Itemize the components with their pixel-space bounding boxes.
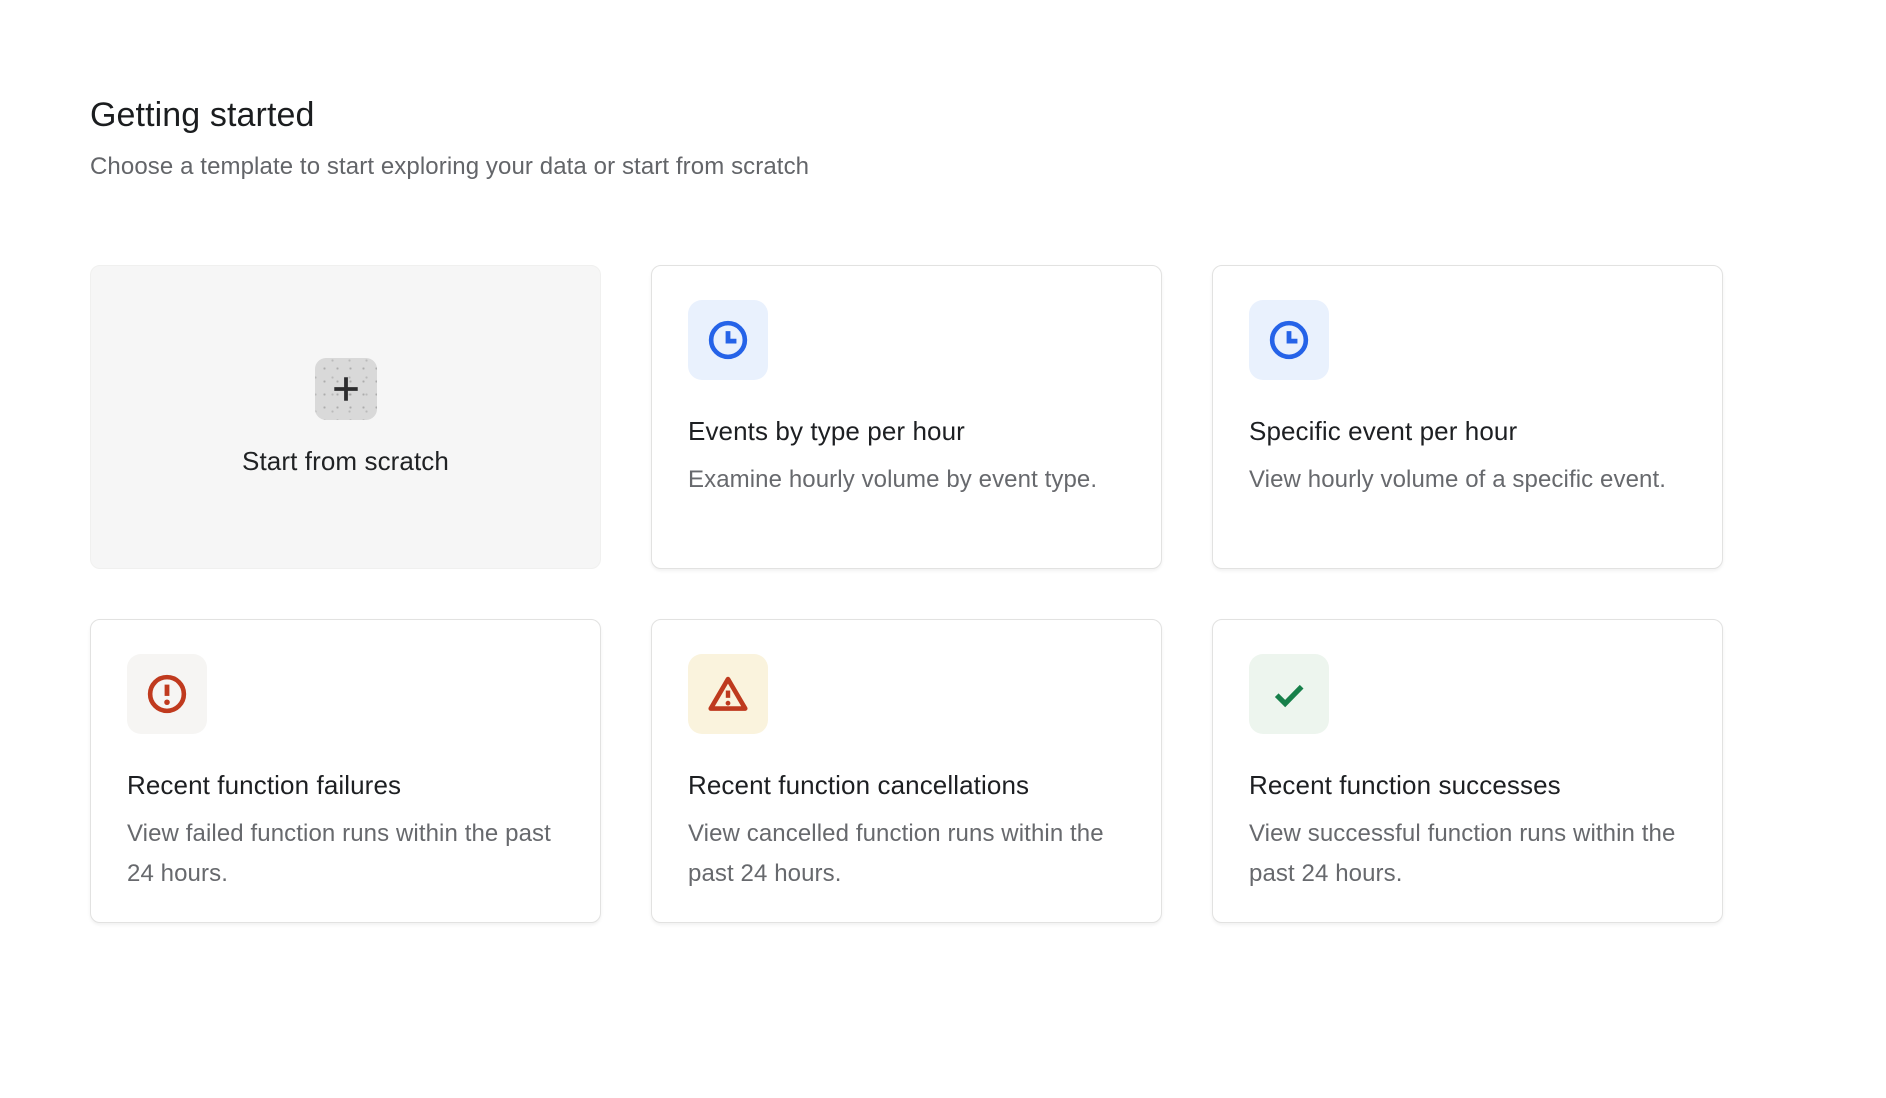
plus-icon (327, 370, 365, 408)
alert-circle-icon (144, 671, 190, 717)
clock-icon (1266, 317, 1312, 363)
template-card-recent-function-cancellations[interactable]: Recent function cancellations View cance… (651, 619, 1162, 923)
icon-tile (688, 300, 768, 380)
warning-triangle-icon (705, 671, 751, 717)
card-title: Recent function cancellations (688, 770, 1125, 801)
page-title: Getting started (90, 96, 1886, 135)
card-title: Recent function successes (1249, 770, 1686, 801)
template-card-start-from-scratch[interactable]: Start from scratch (90, 265, 601, 569)
template-card-specific-event-per-hour[interactable]: Specific event per hour View hourly volu… (1212, 265, 1723, 569)
card-title: Specific event per hour (1249, 416, 1686, 447)
card-description: View hourly volume of a specific event. (1249, 460, 1686, 500)
plus-tile (315, 358, 377, 420)
template-card-recent-function-successes[interactable]: Recent function successes View successfu… (1212, 619, 1723, 923)
card-title: Events by type per hour (688, 416, 1125, 447)
icon-tile (127, 654, 207, 734)
icon-tile (1249, 654, 1329, 734)
card-description: View failed function runs within the pas… (127, 814, 564, 894)
icon-tile (1249, 300, 1329, 380)
card-title: Recent function failures (127, 770, 564, 801)
clock-icon (705, 317, 751, 363)
start-from-scratch-label: Start from scratch (242, 446, 449, 477)
template-card-recent-function-failures[interactable]: Recent function failures View failed fun… (90, 619, 601, 923)
icon-tile (688, 654, 768, 734)
getting-started-page: Getting started Choose a template to sta… (0, 0, 1886, 923)
check-icon (1266, 671, 1312, 717)
card-description: View successful function runs within the… (1249, 814, 1686, 894)
template-card-events-by-type-per-hour[interactable]: Events by type per hour Examine hourly v… (651, 265, 1162, 569)
template-cards-grid: Start from scratch Events by type per ho… (90, 265, 1886, 923)
card-description: Examine hourly volume by event type. (688, 460, 1125, 500)
page-subtitle: Choose a template to start exploring you… (90, 153, 1886, 181)
card-description: View cancelled function runs within the … (688, 814, 1125, 894)
